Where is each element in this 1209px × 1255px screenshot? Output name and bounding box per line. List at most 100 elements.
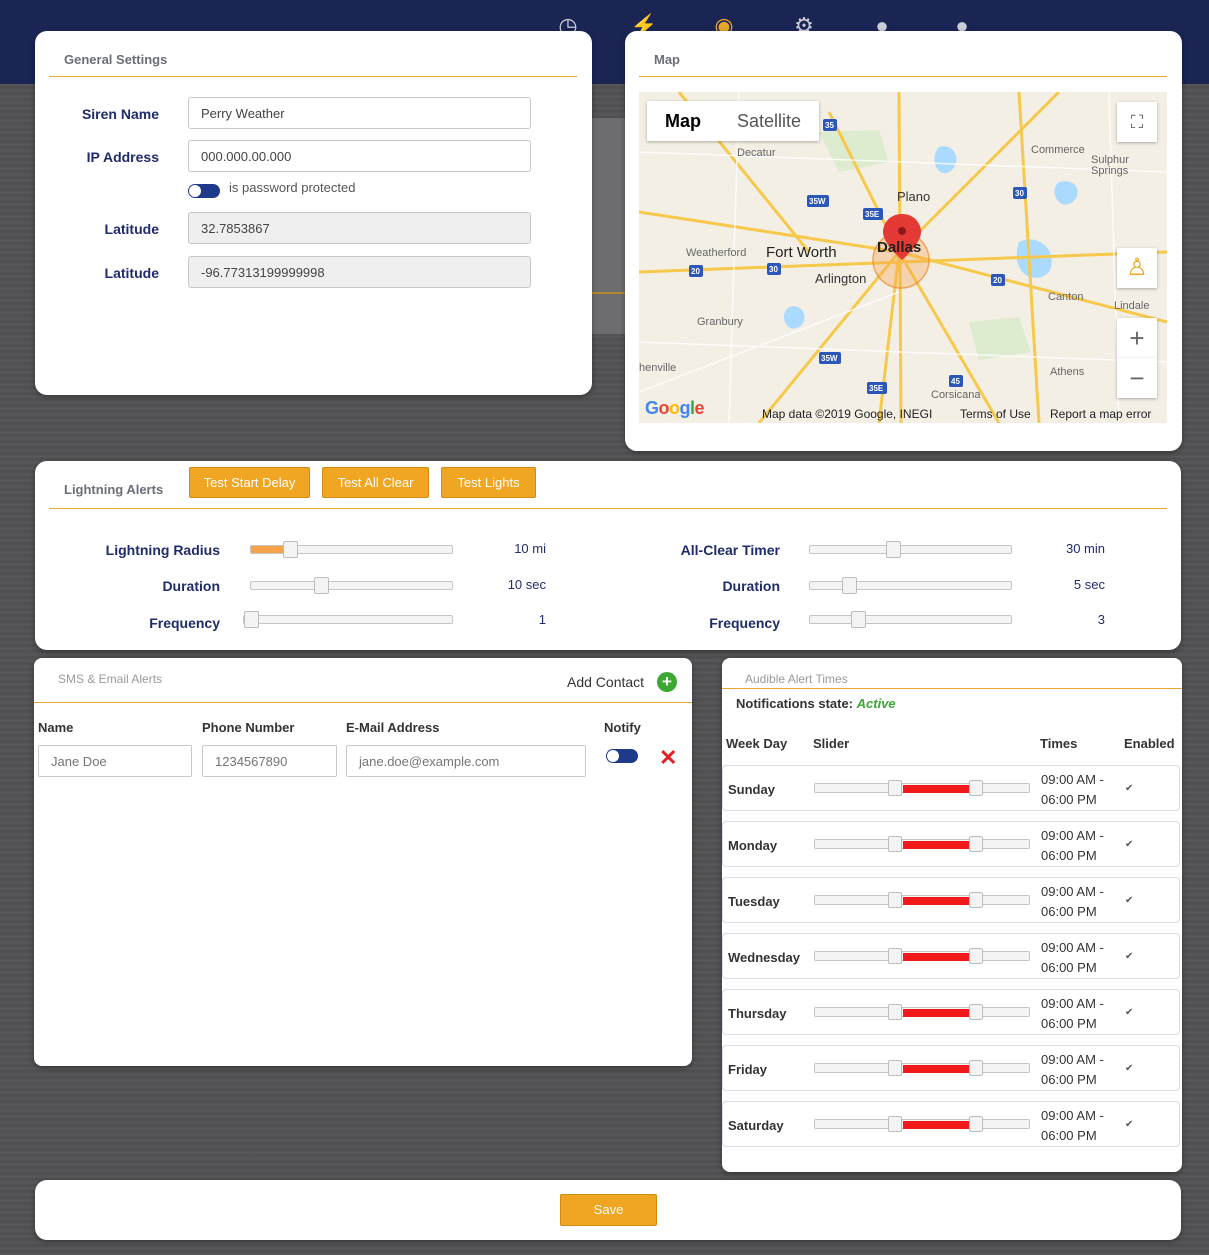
map-report-link[interactable]: Report a map error <box>1050 407 1151 421</box>
map-tab-map[interactable]: Map <box>647 101 719 141</box>
street-view-icon[interactable]: ♙ <box>1117 248 1157 288</box>
add-contact-label[interactable]: Add Contact <box>567 674 644 690</box>
map-label-commerce: Commerce <box>1031 144 1085 156</box>
zoom-in-icon[interactable]: + <box>1117 318 1157 358</box>
map-tab-satellite[interactable]: Satellite <box>719 101 819 141</box>
start-time: 09:00 AM - <box>1041 940 1104 955</box>
svg-text:45: 45 <box>951 377 960 386</box>
enabled-checkbox[interactable]: ✔ <box>1125 840 1135 850</box>
phone-column-header: Phone Number <box>202 720 295 735</box>
notify-toggle[interactable] <box>606 749 638 763</box>
start-time: 09:00 AM - <box>1041 1052 1104 1067</box>
svg-text:35E: 35E <box>865 210 880 219</box>
all-clear-timer-label: All-Clear Timer <box>680 542 780 558</box>
enabled-checkbox[interactable]: ✔ <box>1125 952 1135 962</box>
map-attribution: Map data ©2019 Google, INEGI <box>762 407 933 421</box>
add-contact-icon[interactable]: + <box>657 672 677 692</box>
map-label-arlington: Arlington <box>815 271 867 286</box>
map-label-dallas: Dallas <box>877 239 922 256</box>
map-footer: Map data ©2019 Google, INEGI Terms of Us… <box>639 405 1167 423</box>
notifications-state: Notifications state: Active <box>736 696 896 711</box>
day-row-monday: Monday 09:00 AM - 06:00 PM ✔ <box>722 821 1180 867</box>
day-label: Friday <box>728 1062 768 1077</box>
all-clear-frequency-label: Frequency <box>709 615 780 631</box>
start-time: 09:00 AM - <box>1041 884 1104 899</box>
save-button[interactable]: Save <box>560 1194 657 1226</box>
end-time: 06:00 PM <box>1041 960 1097 975</box>
all-clear-timer-slider[interactable] <box>809 541 1012 558</box>
lightning-frequency-slider[interactable] <box>243 611 453 628</box>
all-clear-frequency-slider[interactable] <box>809 611 1012 628</box>
test-all-clear-button[interactable]: Test All Clear <box>322 467 429 498</box>
background-panel <box>590 118 630 334</box>
ip-address-input[interactable] <box>188 140 531 172</box>
siren-name-label: Siren Name <box>81 106 159 122</box>
time-range-slider[interactable] <box>814 892 1030 908</box>
lightning-frequency-label: Frequency <box>149 615 220 631</box>
enabled-checkbox[interactable]: ✔ <box>1125 1008 1135 1018</box>
enabled-checkbox[interactable]: ✔ <box>1125 896 1135 906</box>
time-range-slider[interactable] <box>814 948 1030 964</box>
lightning-frequency-value: 1 <box>538 612 546 627</box>
map-label-athens: Athens <box>1050 366 1085 378</box>
times-column-header: Times <box>1040 736 1078 751</box>
delete-contact-icon[interactable]: ✕ <box>659 747 677 769</box>
zoom-out-icon[interactable]: − <box>1117 358 1157 398</box>
enabled-checkbox[interactable]: ✔ <box>1125 784 1135 794</box>
password-toggle[interactable] <box>188 184 220 198</box>
lightning-duration-slider[interactable] <box>250 577 453 594</box>
svg-text:35: 35 <box>825 121 834 130</box>
notifications-state-value: Active <box>856 696 896 711</box>
map-label-sulphur-springs: Sulphur Springs <box>1091 154 1129 177</box>
latitude-label: Latitude <box>104 221 159 237</box>
time-range-slider[interactable] <box>814 780 1030 796</box>
end-time: 06:00 PM <box>1041 1128 1097 1143</box>
svg-text:35E: 35E <box>869 384 884 393</box>
time-range-slider[interactable] <box>814 836 1030 852</box>
time-range-slider[interactable] <box>814 1004 1030 1020</box>
latitude-input[interactable] <box>188 212 531 244</box>
start-time: 09:00 AM - <box>1041 828 1104 843</box>
siren-name-input[interactable] <box>188 97 531 129</box>
enabled-checkbox[interactable]: ✔ <box>1125 1120 1135 1130</box>
end-time: 06:00 PM <box>1041 792 1097 807</box>
lightning-radius-value: 10 mi <box>514 541 546 556</box>
lightning-alerts-title: Lightning Alerts <box>64 482 164 497</box>
notifications-state-label: Notifications state: <box>736 696 854 711</box>
contact-email-input[interactable] <box>346 745 586 777</box>
longitude-input[interactable] <box>188 256 531 288</box>
end-time: 06:00 PM <box>1041 1072 1097 1087</box>
all-clear-frequency-value: 3 <box>1097 612 1105 627</box>
map-label-fort-worth: Fort Worth <box>766 244 837 261</box>
time-range-slider[interactable] <box>814 1060 1030 1076</box>
start-time: 09:00 AM - <box>1041 1108 1104 1123</box>
test-start-delay-button[interactable]: Test Start Delay <box>189 467 310 498</box>
svg-text:20: 20 <box>691 267 700 276</box>
map-label-weatherford: Weatherford <box>686 247 747 259</box>
end-time: 06:00 PM <box>1041 848 1097 863</box>
contact-name-input[interactable] <box>38 745 192 777</box>
background-divider <box>590 292 630 294</box>
start-time: 09:00 AM - <box>1041 772 1104 787</box>
map-label-lindale: Lindale <box>1114 300 1150 312</box>
map-view[interactable]: 35 35W 35E 20 30 30 20 35W 35E 45 Decatu… <box>639 92 1167 423</box>
password-toggle-label: is password protected <box>229 180 356 195</box>
test-lights-button[interactable]: Test Lights <box>441 467 536 498</box>
lightning-radius-slider[interactable] <box>250 541 453 558</box>
map-card-divider <box>639 76 1167 77</box>
ip-address-label: IP Address <box>86 149 159 165</box>
map-label-granbury: Granbury <box>697 316 743 328</box>
general-settings-title: General Settings <box>64 52 168 67</box>
svg-text:30: 30 <box>769 265 778 274</box>
all-clear-duration-slider[interactable] <box>809 577 1012 594</box>
day-label: Thursday <box>728 1006 787 1021</box>
sms-email-divider <box>34 702 692 703</box>
time-range-slider[interactable] <box>814 1116 1030 1132</box>
contact-phone-input[interactable] <box>202 745 337 777</box>
lightning-alerts-divider <box>49 508 1167 509</box>
day-row-friday: Friday 09:00 AM - 06:00 PM ✔ <box>722 1045 1180 1091</box>
enabled-checkbox[interactable]: ✔ <box>1125 1064 1135 1074</box>
map-terms-link[interactable]: Terms of Use <box>960 407 1031 421</box>
fullscreen-icon[interactable]: ⛶ <box>1117 102 1157 142</box>
map-label-corsicana: Corsicana <box>931 389 981 401</box>
